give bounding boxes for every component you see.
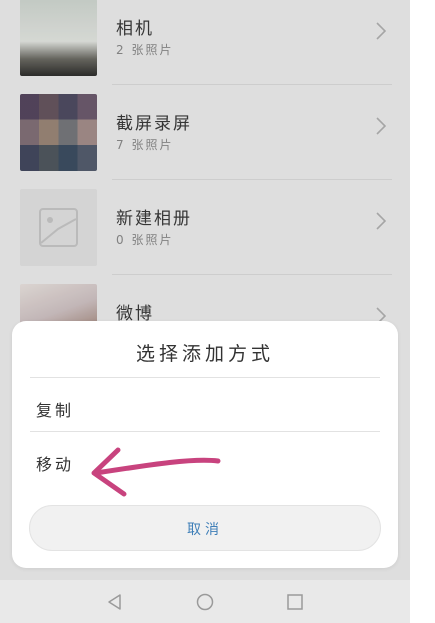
move-option-label: 移动 — [36, 455, 75, 474]
back-icon[interactable] — [105, 592, 125, 612]
copy-option-label: 复制 — [36, 401, 75, 420]
dialog-title: 选择添加方式 — [135, 343, 274, 365]
page-margin — [410, 0, 435, 623]
cancel-button-label: 取消 — [187, 522, 223, 538]
recents-icon[interactable] — [285, 592, 305, 612]
home-icon[interactable] — [195, 592, 215, 612]
dialog-divider — [30, 377, 380, 378]
system-nav-bar — [0, 580, 410, 623]
copy-option[interactable]: 复制 — [30, 381, 380, 433]
phone-screen: 相机 2 张照片 截屏录屏 7 张照片 新建相册 0 张照片 微博 选择添加方式… — [0, 0, 410, 623]
annotation-arrow-icon — [91, 447, 221, 497]
cancel-button[interactable]: 取消 — [29, 505, 381, 551]
dialog-divider — [30, 431, 380, 432]
